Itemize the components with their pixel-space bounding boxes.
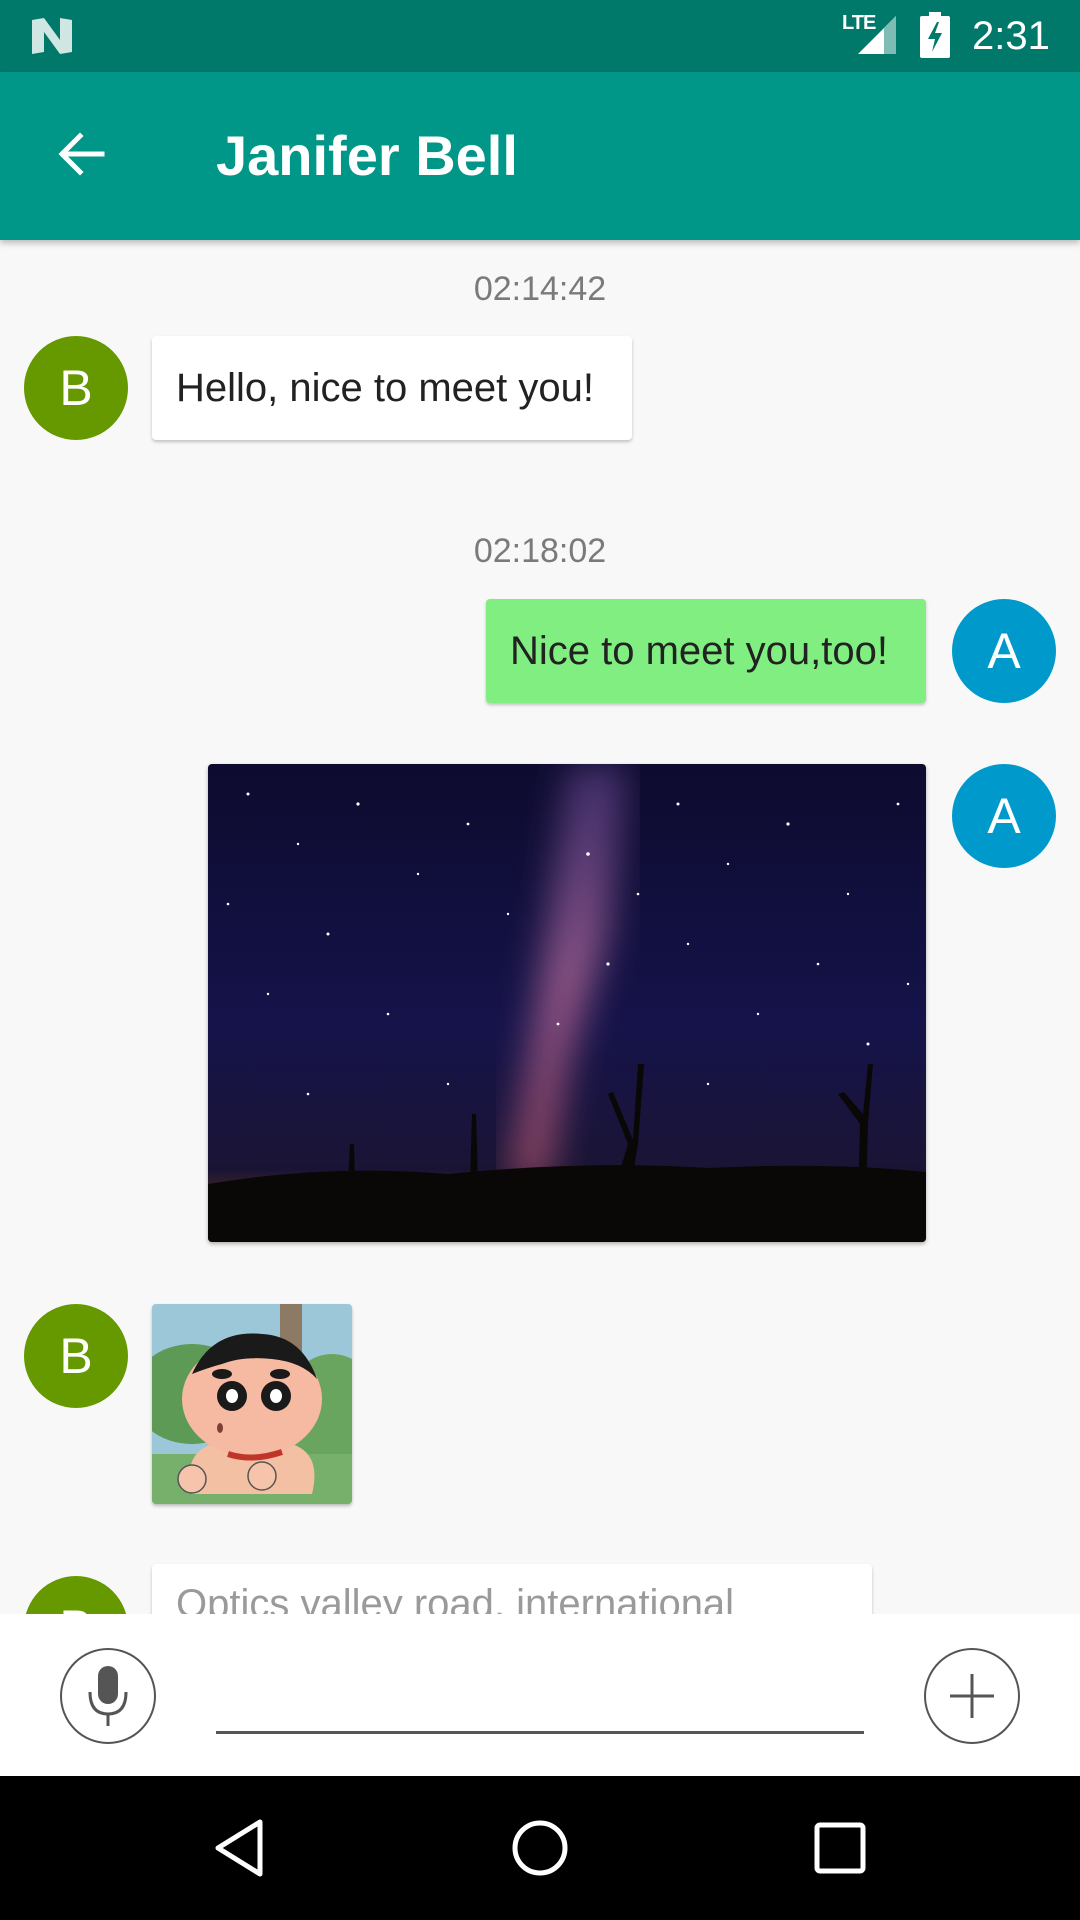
image-message-milky-way[interactable] xyxy=(208,764,926,1242)
outgoing-message[interactable]: Nice to meet you,too! xyxy=(486,599,926,703)
avatar-b[interactable]: B xyxy=(24,1304,128,1408)
message-list[interactable]: 02:14:42 B Hello, nice to meet you! 02:1… xyxy=(0,240,1080,1614)
avatar-b[interactable]: B xyxy=(24,1576,128,1614)
image-message-sticker[interactable] xyxy=(152,1304,352,1504)
conversation-title: Janifer Bell xyxy=(216,124,518,187)
milky-way-image xyxy=(208,764,926,1242)
app-bar: Janifer Bell xyxy=(0,72,1080,240)
incoming-message[interactable]: Optics valley road, international xyxy=(152,1564,872,1614)
message-composer xyxy=(0,1614,1080,1776)
message-timestamp: 02:18:02 xyxy=(473,532,607,570)
message-input[interactable] xyxy=(216,1662,864,1734)
voice-input-button[interactable] xyxy=(60,1648,156,1744)
add-attachment-button[interactable] xyxy=(924,1648,1020,1744)
android-n-icon xyxy=(32,18,72,54)
avatar-a[interactable]: A xyxy=(952,764,1056,868)
incoming-message[interactable]: Hello, nice to meet you! xyxy=(152,336,632,440)
back-arrow-icon[interactable] xyxy=(52,124,112,184)
avatar-a[interactable]: A xyxy=(952,599,1056,703)
avatar-b[interactable]: B xyxy=(24,336,128,440)
status-bar: LTE 2:31 xyxy=(0,0,1080,72)
nav-recent-apps-icon[interactable] xyxy=(804,1812,876,1884)
system-nav-bar xyxy=(0,1776,1080,1920)
chat-screen: LTE 2:31 Janifer Bell 02:14:42 B Hello, … xyxy=(0,0,1080,1920)
nav-home-icon[interactable] xyxy=(504,1812,576,1884)
signal-icon xyxy=(858,16,896,54)
nav-back-icon[interactable] xyxy=(204,1812,276,1884)
plus-icon xyxy=(950,1674,994,1718)
message-timestamp: 02:14:42 xyxy=(473,270,607,308)
battery-charging-icon xyxy=(920,12,950,58)
cartoon-sticker-image xyxy=(152,1304,352,1504)
mic-icon xyxy=(88,1666,128,1726)
status-clock: 2:31 xyxy=(972,14,1050,58)
